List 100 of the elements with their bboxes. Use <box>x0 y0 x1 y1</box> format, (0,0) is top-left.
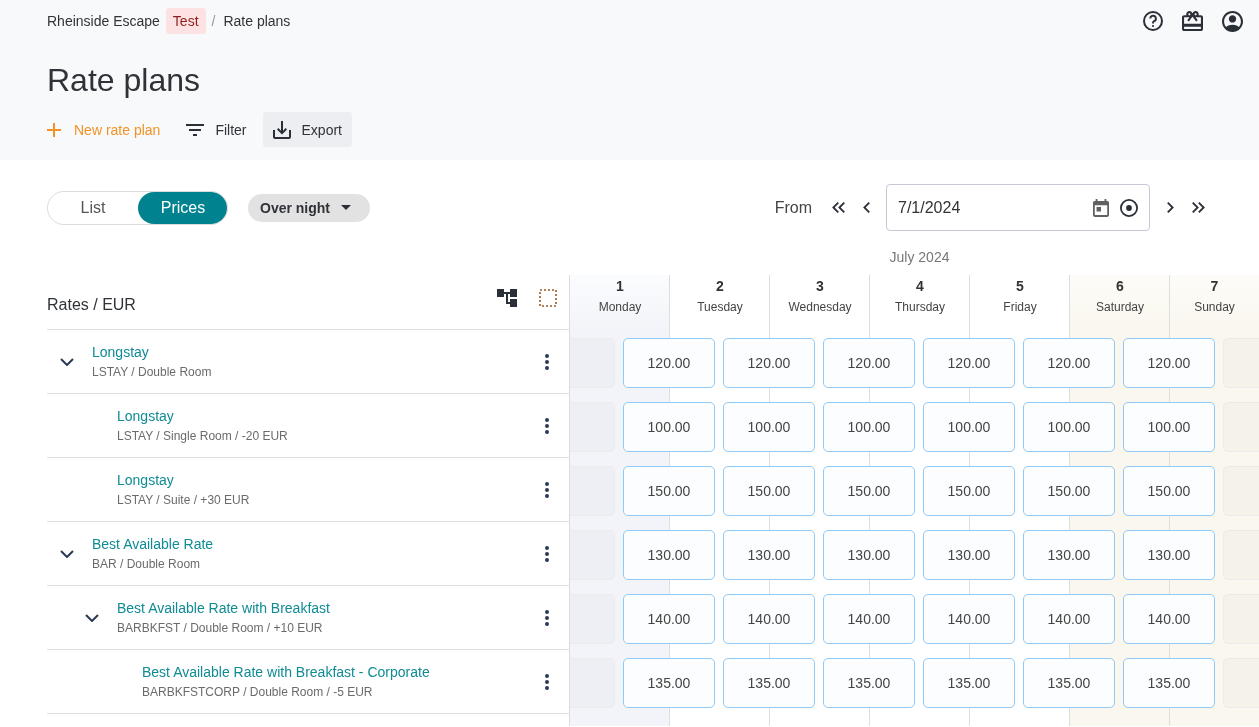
kebab-icon <box>545 673 549 690</box>
price-cell[interactable]: 120.00 <box>923 338 1015 388</box>
price-cell[interactable]: 135.00 <box>823 658 915 708</box>
price-cell[interactable]: 130.00 <box>623 530 715 580</box>
price-cell[interactable]: 100.00 <box>1023 402 1115 452</box>
price-cell[interactable]: 100.00 <box>923 402 1015 452</box>
kebab-icon <box>545 481 549 498</box>
weekday-label: Tuesday <box>697 299 743 315</box>
price-cell[interactable]: 100.00 <box>723 402 815 452</box>
price-cell[interactable]: 135.00 <box>1123 658 1215 708</box>
price-cell[interactable]: 130.00 <box>1123 530 1215 580</box>
day-number: 4 <box>916 278 924 294</box>
target-icon[interactable] <box>1120 198 1138 217</box>
month-label: July 2024 <box>889 248 950 266</box>
kebab-icon <box>545 417 549 434</box>
price-cell[interactable]: 135.00 <box>1023 658 1115 708</box>
price-cell[interactable]: 150.00 <box>923 466 1015 516</box>
kebab-icon <box>545 353 549 370</box>
price-cell[interactable]: 150.00 <box>823 466 915 516</box>
price-cell[interactable]: 140.00 <box>1023 594 1115 644</box>
price-cell[interactable]: 130.00 <box>1023 530 1115 580</box>
page-title: Rate plans <box>47 61 200 100</box>
double-chevron-left-icon <box>831 202 845 213</box>
caret-icon <box>341 205 351 210</box>
rate-details: BARBKFSTCORP / Double Room / -5 EUR <box>142 684 373 700</box>
help-icon[interactable] <box>1143 11 1163 31</box>
rate-name[interactable]: Best Available Rate with Breakfast <box>117 599 330 617</box>
day-number: 2 <box>716 278 724 294</box>
weekday-label: Thursday <box>895 299 945 315</box>
rate-details: LSTAY / Double Room <box>92 364 212 380</box>
rate-name[interactable]: Longstay <box>117 407 174 425</box>
filter-icon <box>186 123 205 136</box>
empty-price-cell <box>570 594 615 644</box>
filter-button[interactable]: Filter <box>176 112 257 147</box>
rate-details: BAR / Double Room <box>92 556 201 572</box>
price-cell[interactable]: 150.00 <box>723 466 815 516</box>
kebab-icon <box>545 545 549 562</box>
rates-heading: Rates / EUR <box>47 295 136 314</box>
empty-price-cell <box>570 466 615 516</box>
view-tab[interactable]: Prices <box>138 191 227 224</box>
hierarchy-icon[interactable] <box>497 289 517 307</box>
empty-price-cell <box>570 402 615 452</box>
dashed-selection-icon[interactable] <box>539 289 557 307</box>
price-cell[interactable]: 135.00 <box>723 658 815 708</box>
price-cell[interactable]: 120.00 <box>723 338 815 388</box>
weekday-label: Monday <box>598 299 642 315</box>
chevron-icon[interactable] <box>60 357 74 366</box>
export-button[interactable]: Export <box>262 112 352 147</box>
weekday-label: Wednesday <box>788 299 852 315</box>
double-chevron-right-icon <box>1191 202 1205 213</box>
breadcrumb-link[interactable]: Rheinside Escape <box>47 13 160 29</box>
breadcrumb-current: Rate plans <box>223 13 291 29</box>
empty-price-cell <box>570 658 615 708</box>
rate-name[interactable]: Longstay <box>117 471 174 489</box>
price-cell[interactable]: 140.00 <box>823 594 915 644</box>
day-number: 1 <box>616 278 624 294</box>
price-cell[interactable]: 100.00 <box>1123 402 1215 452</box>
view-tab[interactable]: List <box>48 191 138 224</box>
calendar-icon[interactable] <box>1093 198 1109 217</box>
date-field[interactable]: 7/1/2024 <box>886 184 1150 231</box>
price-cell[interactable]: 120.00 <box>1123 338 1215 388</box>
price-cell[interactable]: 100.00 <box>823 402 915 452</box>
price-cell[interactable]: 130.00 <box>723 530 815 580</box>
chevron-icon[interactable] <box>60 549 74 558</box>
rate-details: BARBKFST / Double Room / +10 EUR <box>117 620 323 636</box>
weekday-label: Sunday <box>1194 299 1235 315</box>
price-cell[interactable]: 120.00 <box>623 338 715 388</box>
empty-price-cell <box>570 338 615 388</box>
price-cell[interactable]: 140.00 <box>1123 594 1215 644</box>
rate-name[interactable]: Longstay <box>92 343 149 361</box>
rate-name[interactable]: Best Available Rate with Breakfast - Corporate <box>142 663 430 681</box>
price-cell[interactable]: 140.00 <box>923 594 1015 644</box>
price-cell[interactable]: 120.00 <box>1023 338 1115 388</box>
price-cell[interactable]: 150.00 <box>623 466 715 516</box>
rate-name[interactable]: Best Available Rate <box>92 535 214 553</box>
gift-icon[interactable] <box>1182 11 1203 31</box>
rate-details: LSTAY / Single Room / -20 EUR <box>117 428 288 444</box>
day-number: 7 <box>1210 278 1219 294</box>
price-cell[interactable]: 130.00 <box>823 530 915 580</box>
day-number: 3 <box>816 278 824 294</box>
day-number: 5 <box>1016 278 1024 294</box>
price-cell[interactable]: 140.00 <box>723 594 815 644</box>
price-cell[interactable]: 120.00 <box>823 338 915 388</box>
kebab-icon <box>545 609 549 626</box>
price-cell[interactable]: 135.00 <box>623 658 715 708</box>
chevron-icon[interactable] <box>85 613 99 622</box>
price-cell[interactable]: 150.00 <box>1023 466 1115 516</box>
price-cell[interactable]: 130.00 <box>923 530 1015 580</box>
price-cell[interactable]: 140.00 <box>623 594 715 644</box>
price-cell[interactable]: 100.00 <box>623 402 715 452</box>
download-icon <box>272 120 291 139</box>
account-icon[interactable] <box>1222 10 1243 32</box>
period-dropdown[interactable]: Over night <box>248 193 370 222</box>
chevron-left-icon <box>862 202 870 213</box>
day-number: 6 <box>1116 278 1124 294</box>
price-cell[interactable]: 150.00 <box>1123 466 1215 516</box>
rate-details: LSTAY / Suite / +30 EUR <box>117 492 250 508</box>
weekday-label: Friday <box>1003 299 1037 315</box>
price-cell[interactable]: 135.00 <box>923 658 1015 708</box>
empty-price-cell <box>570 530 615 580</box>
